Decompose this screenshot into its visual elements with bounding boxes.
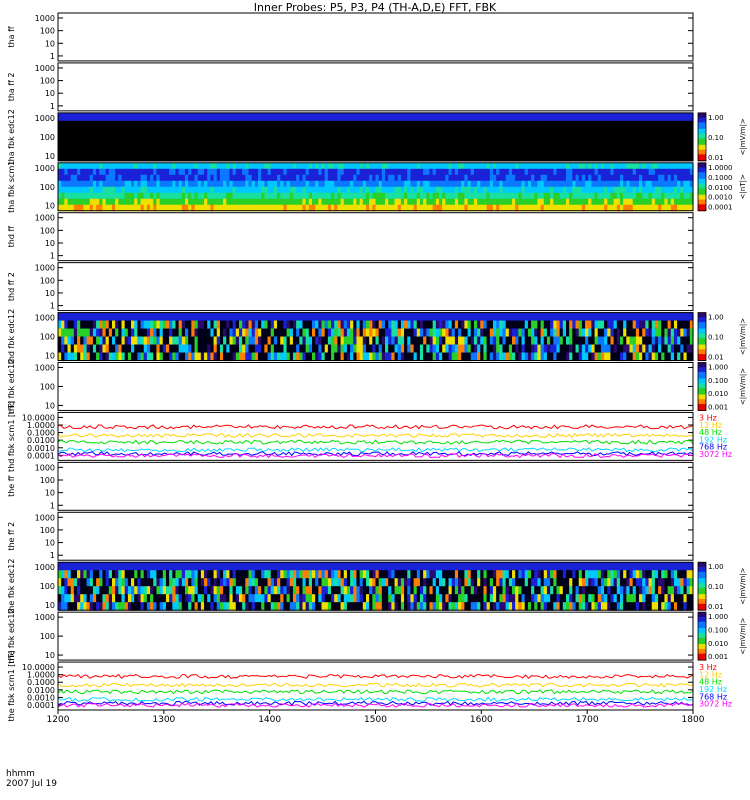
ytick-label: 10 xyxy=(45,39,55,48)
ytick-label: 100 xyxy=(40,382,55,391)
ytick-label: 10 xyxy=(45,601,55,610)
ytick-label: 1 xyxy=(50,52,55,61)
panel-ylabel: thd ff 2 xyxy=(7,272,16,301)
panel-ylabel: tha ff 2 xyxy=(7,72,16,101)
colorbar-tick-label: 0.10 xyxy=(708,134,724,142)
panel-thd-fbk-edc12: thd fbk edc12 1000 100 10 1.00 0.10 0.01 <|mV/m… xyxy=(7,309,747,364)
ytick-label: 10 xyxy=(45,352,55,361)
panel-ylabel: tha fbk scm1 xyxy=(7,161,16,213)
panel-frame xyxy=(57,511,694,561)
ytick-label: 10 xyxy=(45,89,55,98)
ytick-label: 10 xyxy=(45,289,55,298)
panel-frame xyxy=(57,12,694,62)
ytick-label: 100 xyxy=(40,333,55,342)
ytick-label: 1000 xyxy=(35,264,55,273)
colorbar-tick-label: 0.0001 xyxy=(708,204,733,212)
ytick-label: 100 xyxy=(40,276,55,285)
panel-stack: tha ff1000100101tha ff 21000100101tha fb… xyxy=(7,12,747,722)
panel-the-ff: the ff 1000 100 10 1 xyxy=(7,461,694,511)
series-line-3-Hz xyxy=(57,424,694,430)
ytick-label: 0.0001 xyxy=(27,451,55,460)
panel-ylabel: tha ff xyxy=(7,26,16,48)
colorbar-tick-label: 0.0010 xyxy=(708,194,733,202)
plot-title: Inner Probes: P5, P3, P4 (TH-A,D,E) FFT,… xyxy=(254,1,497,14)
ytick-label: 10 xyxy=(45,539,55,548)
panel-the-ff2: the ff 2 1000 100 10 1 xyxy=(7,511,694,561)
panel-ylabel: tha fbk edc12 xyxy=(7,109,16,164)
ytick-label: 1000 xyxy=(35,14,55,23)
fft-fbk-summary-plot: Inner Probes: P5, P3, P4 (TH-A,D,E) FFT,… xyxy=(6,1,747,789)
series-line-192-Hz xyxy=(57,447,694,453)
colorbar-tick-label: 1.00 xyxy=(708,114,724,122)
colorbar-tick-label: 0.10 xyxy=(708,334,724,342)
panel-frame xyxy=(57,62,694,112)
panel-thd-fbk-edc12-b: thd fbk edc12 1000100101.0000.1000.0100.0… xyxy=(7,359,747,414)
colorbar-tick-label: 0.100 xyxy=(708,377,728,385)
ytick-label: 1 xyxy=(50,501,55,510)
panel-tha-ff2: tha ff 2 1000 100 10 1 xyxy=(7,62,694,112)
colorbar-unit: <|mV/m|> xyxy=(739,368,747,405)
ytick-label: 1000 xyxy=(35,114,55,123)
panel-tha-fbk-edc12: tha fbk edc12 1000 100 10 1.00 0.10 0.01 <|mV/m… xyxy=(7,109,747,164)
ytick-label: 10 xyxy=(45,239,55,248)
panel-thd-scm: thd fbk scm1 [nT] 10.00001.00000.10000.01… xyxy=(7,401,732,472)
colorbar-tick-label: 1.000 xyxy=(708,364,728,372)
ytick-label: 100 xyxy=(40,27,55,36)
ytick-label: 1000 xyxy=(35,463,55,472)
colorbar-tick-label: 1.0000 xyxy=(708,164,733,172)
ytick-label: 1000 xyxy=(35,364,55,373)
colorbar-tick-label: 0.1000 xyxy=(708,174,733,182)
ytick-label: 1000 xyxy=(35,314,55,323)
ytick-label: 100 xyxy=(40,133,55,142)
series-line-48-Hz xyxy=(57,439,694,445)
ytick-label: 10 xyxy=(45,152,55,161)
ytick-label: 1000 xyxy=(35,64,55,73)
ytick-label: 1000 xyxy=(35,164,55,173)
colorbar-unit: <|mV/m|> xyxy=(739,118,747,155)
ytick-label: 10 xyxy=(45,401,55,410)
series-line-12-Hz xyxy=(57,432,694,439)
panel-frame xyxy=(57,212,694,262)
panel-frame xyxy=(57,461,694,511)
panel-tha-fbk-scm1: tha fbk scm1 1000 100 10 1.0000 0.1000 0.0100 0… xyxy=(7,161,747,213)
colorbar-tick-label: 0.01 xyxy=(708,354,724,362)
ytick-label: 1 xyxy=(50,102,55,111)
panel-ylabel: the ff xyxy=(7,475,16,497)
panel-thd-ff2: thd ff 2 1000 100 10 1 xyxy=(7,262,694,312)
colorbar-tick-label: 0.001 xyxy=(708,403,728,411)
panel-ylabel: the fbk edc12 xyxy=(7,559,16,614)
ytick-label: 100 xyxy=(40,226,55,235)
panel-ylabel: thd fbk edc12 xyxy=(7,309,16,364)
ytick-label: 100 xyxy=(40,526,55,535)
ytick-label: 1000 xyxy=(35,214,55,223)
ytick-label: 10 xyxy=(45,202,55,211)
colorbar-tick-label: 0.01 xyxy=(708,154,724,162)
ytick-label: 1000 xyxy=(35,563,55,572)
ytick-label: 100 xyxy=(40,77,55,86)
panel-frame xyxy=(57,362,694,411)
panel-thd-ff: thd ff 1000 100 10 1 xyxy=(7,212,694,262)
panel-the-fbk-edc12: the fbk edc12 1000100101.000.100.01<|mV/m… xyxy=(7,559,747,614)
ytick-label: 1 xyxy=(50,252,55,261)
panel-ylabel: thd ff xyxy=(7,226,16,248)
panel-ylabel: thd fbk scm1 [nT] xyxy=(7,401,16,472)
ytick-label: 1000 xyxy=(35,513,55,522)
ytick-label: 100 xyxy=(40,476,55,485)
colorbar-unit: <|nT|> xyxy=(739,174,747,199)
ytick-label: 100 xyxy=(40,183,55,192)
colorbar-unit: <|mV/m|> xyxy=(739,318,747,355)
ytick-label: 1 xyxy=(50,551,55,560)
ytick-label: 100 xyxy=(40,582,55,591)
panel-frame xyxy=(57,262,694,312)
panel-tha-ff: tha ff 1000 100 10 1 xyxy=(7,12,694,62)
colorbar-tick-label: 0.010 xyxy=(708,390,728,398)
ytick-label: 1 xyxy=(50,302,55,311)
panel-ylabel: the ff 2 xyxy=(7,522,16,551)
legend-entry: 3072 Hz xyxy=(699,450,732,459)
colorbar-tick-label: 1.00 xyxy=(708,314,724,322)
colorbar-tick-label: 0.0100 xyxy=(708,184,733,192)
ytick-label: 10 xyxy=(45,489,55,498)
